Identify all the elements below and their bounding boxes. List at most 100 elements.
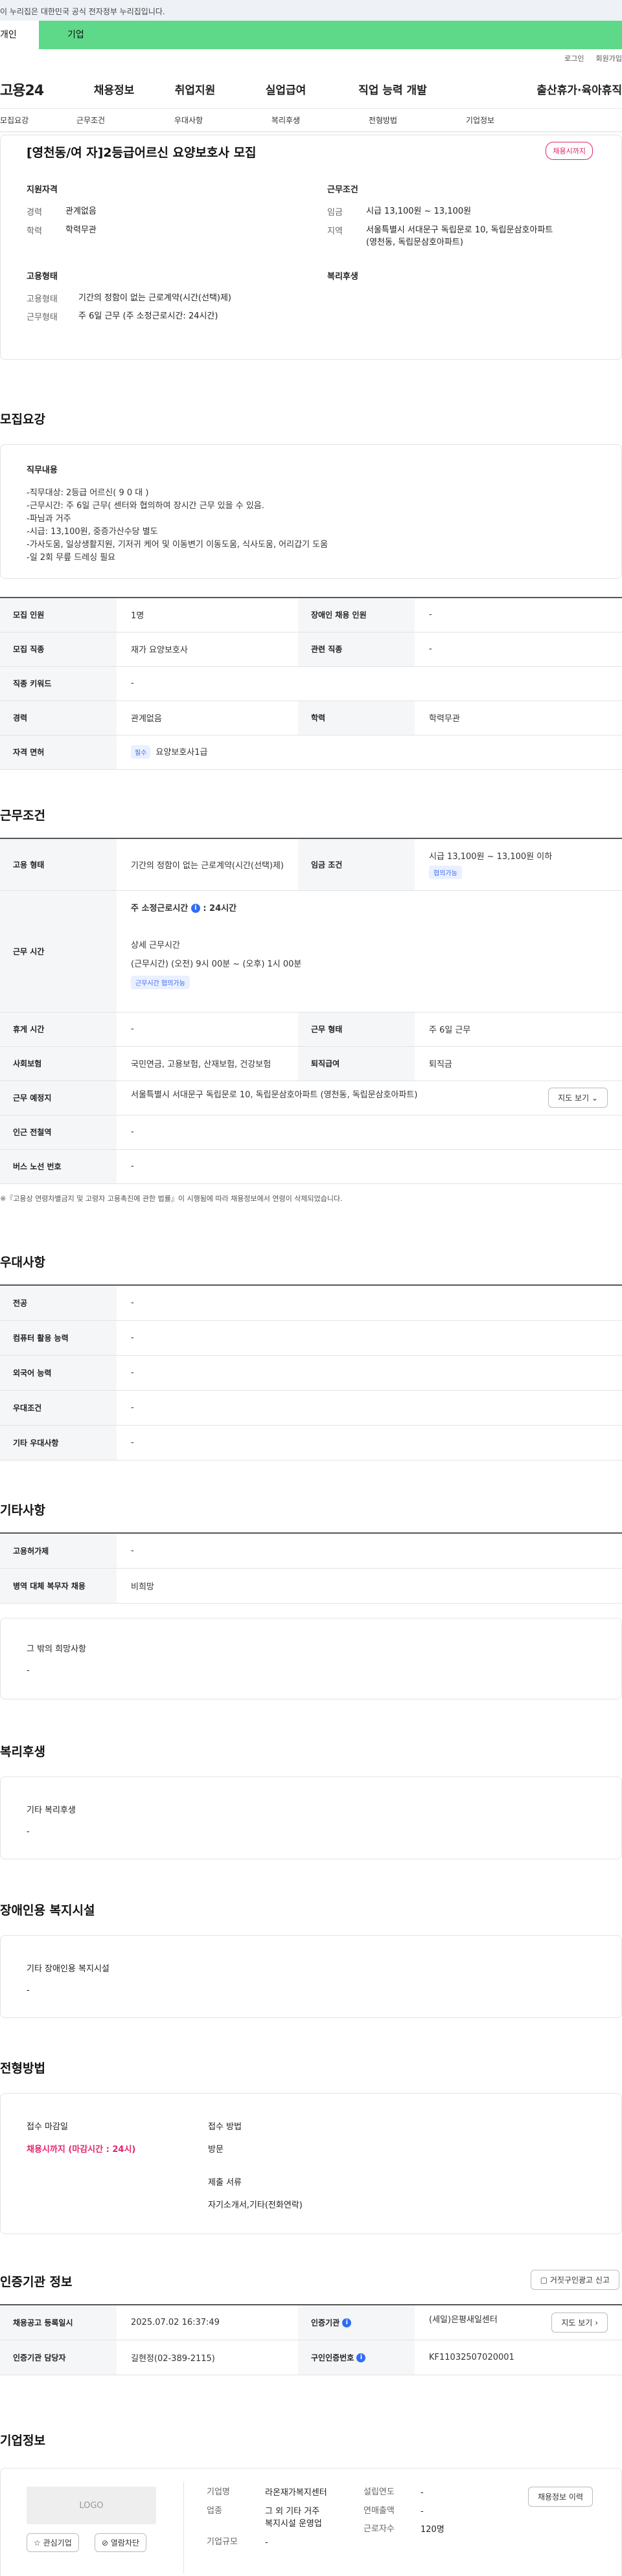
employment-heading: 고용형태 (27, 271, 58, 282)
wage-label: 임금 (327, 208, 343, 218)
method-value: 방문 (208, 2145, 224, 2155)
info-icon[interactable]: i (356, 2353, 366, 2362)
docs-heading: 제출 서류 (208, 2178, 242, 2188)
table-row: 외국어 능력 - (0, 1355, 622, 1391)
org-cell: (세일)은평새일센터 지도 보기 › (415, 2305, 622, 2340)
disability-heading: 장애인용 복지시설 (0, 1903, 95, 1918)
table-row: 기타 우대사항 - (0, 1425, 622, 1461)
tab-condition[interactable]: 근무조건 (41, 109, 140, 132)
login-link[interactable]: 로그인 (564, 53, 584, 70)
row-value: - (415, 632, 622, 667)
map-button[interactable]: 지도 보기 ⌄ (548, 1088, 608, 1108)
row-label: 고용 형태 (0, 838, 117, 891)
info-icon[interactable]: i (190, 904, 200, 913)
table-row: 고용 형태 기간의 정함이 없는 근로계약(시간(선택)제) 임금 조건 시급 13,… (0, 838, 622, 891)
company-logo-placeholder: LOGO (27, 2487, 156, 2524)
row-label: 관련 직종 (298, 632, 415, 667)
duty-box: 직무내용 -직무대상: 2등급 어르신( 9 0 대 ) -근무시간: 주 6일… (0, 444, 622, 579)
row-label: 휴게 시간 (0, 1012, 117, 1047)
row-value: 주 6일 근무 (415, 1012, 622, 1047)
block-icon: ⊘ (102, 2538, 109, 2548)
company-heading: 기업정보 (0, 2434, 45, 2448)
site-logo[interactable]: 고용24 (0, 79, 82, 100)
utility-nav: 로그인 회원가입 (0, 49, 622, 70)
qualification-heading: 지원자격 (27, 185, 58, 195)
prefer-section: 우대사항 전공 - 컴퓨터 활용 능력 - 외국어 능력 - 우대조건 - 기타 우대사… (0, 1253, 622, 1461)
favorite-company-button[interactable]: ☆ 관심기업 (27, 2533, 79, 2552)
company-info-col1: 기업명 라온재가복지센터 업종 그 외 기타 거주 복지시설 운영업 기업규모 - (207, 2487, 327, 2548)
row-value: - (117, 1149, 622, 1184)
star-icon: ☆ (34, 2538, 41, 2548)
document-icon: ▢ (540, 2276, 548, 2285)
user-type-tabs: 개인 기업 (0, 21, 622, 49)
recruit-section: 모집요강 직무내용 -직무대상: 2등급 어르신( 9 0 대 ) -근무시간:… (0, 410, 622, 770)
tab-welfare[interactable]: 복리후생 (237, 109, 334, 132)
global-nav: 고용24 채용정보 취업지원 실업급여 직업 능력 개발 출산휴가·육아휴직 (0, 70, 622, 109)
disability-box: 기타 장애인용 복지시설 - (0, 1935, 622, 2018)
row-label: 경력 (0, 700, 117, 735)
selection-section: 전형방법 접수 마감일 채용시까지 (마감시간 : 24시) 접수 방법 방문 … (0, 2059, 622, 2234)
etc-section: 기타사항 고용허가제 - 병역 대체 복무자 채용 비희망 그 밖의 희망사항 - (0, 1501, 622, 1699)
selection-heading: 전형방법 (0, 2061, 45, 2076)
work-time-cell: 주 소정근로시간 i : 24시간 상세 근무시간 (근무시간) (오전) 9시… (117, 890, 622, 1013)
detail-hours-text: (근무시간) (오전) 9시 00분 ~ (오후) 1시 00분 (131, 959, 302, 969)
hours-negotiable-pill: 근무시간 협의가능 (131, 975, 190, 989)
deadline-heading: 접수 마감일 (27, 2122, 68, 2132)
table-row: 채용공고 등록일시 2025.07.02 16:37:49 인증기관 i (세일)은평… (0, 2305, 622, 2340)
info-icon[interactable]: i (342, 2318, 352, 2328)
license-value: 필수 요양보호사1급 (117, 735, 622, 770)
row-label: 장애인 채용 인원 (298, 598, 415, 633)
etc-heading: 기타사항 (0, 1503, 45, 1518)
gnb-unemployment-benefit[interactable]: 실업급여 (244, 81, 328, 97)
agency-heading: 인증기관 정보 (0, 2275, 73, 2289)
prefer-heading: 우대사항 (0, 1255, 45, 1270)
wage-value: 시급 13,100원 ~ 13,100원 (366, 207, 472, 216)
tab-recruit[interactable]: 모집요강 (0, 109, 41, 132)
row-label: 근무 형태 (298, 1012, 415, 1047)
table-row: 인근 전철역 - (0, 1115, 622, 1150)
table-row: 모집 인원 1명 장애인 채용 인원 - (0, 598, 622, 633)
prefer-table: 전공 - 컴퓨터 활용 능력 - 외국어 능력 - 우대조건 - 기타 우대사항 - (0, 1284, 622, 1461)
gnb-vocational-training[interactable]: 직업 능력 개발 (328, 81, 457, 97)
join-link[interactable]: 회원가입 (596, 53, 622, 70)
area-value: 서울특별시 서대문구 독립문로 10, 독립문삼호아파트 (영천동, 독립문삼호아… (366, 225, 553, 248)
detail-hours-heading: 상세 근무시간 (131, 940, 180, 950)
deadline-badge: 채용시까지 (546, 142, 593, 160)
tab-personal[interactable]: 개인 (0, 21, 39, 49)
condition-section: 근무조건 고용 형태 기간의 정함이 없는 근로계약(시간(선택)제) 임금 조건 시… (0, 806, 622, 1204)
career-value: 관계없음 (65, 207, 97, 216)
row-label: 모집 인원 (0, 598, 117, 633)
table-row: 고용허가제 - (0, 1533, 622, 1569)
weekly-hours: 주 소정근로시간 i : 24시간 (131, 903, 237, 913)
table-row: 병역 대체 복무자 채용 비희망 (0, 1568, 622, 1604)
table-row: 근무 시간 주 소정근로시간 i : 24시간 상세 근무시간 (근무시간) (… (0, 890, 622, 1013)
section-tabs: 모집요강 근무조건 우대사항 복리후생 전형방법 기업정보 (0, 109, 622, 132)
report-button[interactable]: ▢ 거짓구인광고 신고 (530, 2270, 619, 2290)
other-wish-box: 그 밖의 희망사항 - (0, 1617, 622, 1699)
row-value: 관계없음 (117, 700, 298, 735)
tab-company[interactable]: 기업정보 (432, 109, 529, 132)
row-value: - (117, 1012, 298, 1047)
gnb-parental-leave[interactable]: 출산휴가·육아휴직 (457, 81, 622, 97)
welfare-heading: 복리후생 (327, 271, 358, 282)
tab-company[interactable]: 기업 (39, 21, 622, 49)
career-label: 경력 (27, 208, 42, 218)
gnb-employment-support[interactable]: 취업지원 (146, 81, 244, 97)
welfare-box-value: - (27, 1827, 30, 1837)
table-row: 전공 - (0, 1285, 622, 1321)
agency-map-button[interactable]: 지도 보기 › (551, 2312, 608, 2333)
row-value: 퇴직금 (415, 1046, 622, 1081)
tab-selection[interactable]: 전형방법 (334, 109, 432, 132)
chevron-down-icon: ⌄ (591, 1093, 598, 1103)
block-view-button[interactable]: ⊘ 열람차단 (95, 2533, 147, 2552)
row-value: - (415, 598, 622, 633)
disability-box-title: 기타 장애인용 복지시설 (27, 1964, 109, 1974)
method-heading: 접수 방법 (208, 2122, 242, 2132)
age-law-note: ※『고용상 연령차별금지 및 고령자 고용촉진에 관한 법률』이 시행됨에 따라… (0, 1194, 343, 1203)
hiring-history-button[interactable]: 채용정보 이력 (527, 2487, 593, 2507)
education-value: 학력무관 (65, 225, 97, 235)
gnb-jobs[interactable]: 채용정보 (82, 81, 146, 97)
etc-table: 고용허가제 - 병역 대체 복무자 채용 비희망 (0, 1532, 622, 1604)
tab-prefer[interactable]: 우대사항 (140, 109, 237, 132)
company-section: 기업정보 LOGO ☆ 관심기업 ⊘ 열람차단 기업명 라온재가복지센터 업종 그 … (0, 2431, 622, 2576)
